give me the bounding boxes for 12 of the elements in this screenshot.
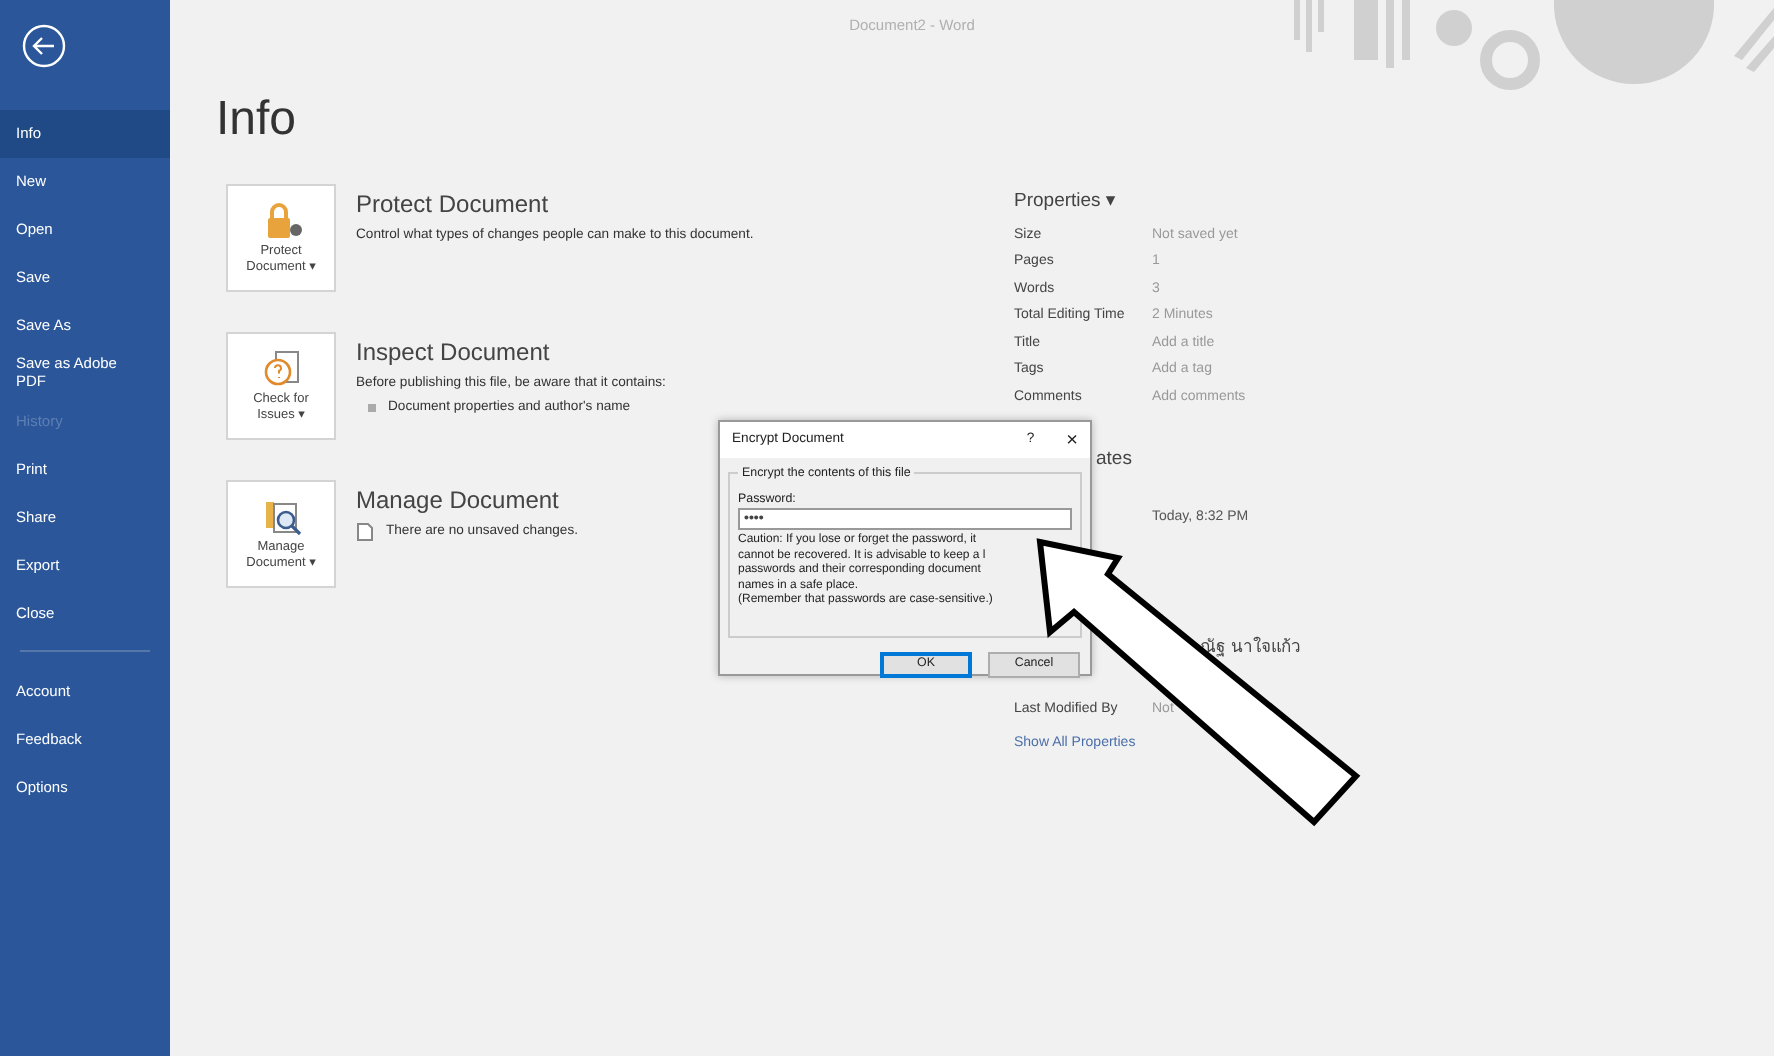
bullet-icon — [368, 404, 376, 413]
section-title: Inspect Document — [356, 336, 552, 370]
properties-header[interactable]: Properties ▾ — [1014, 188, 1301, 222]
page-title: Info — [216, 96, 299, 144]
section-title: Manage Document — [356, 484, 561, 518]
section-header: ates — [1096, 445, 1134, 473]
document-question-icon — [261, 348, 301, 389]
back-button[interactable] — [22, 24, 66, 68]
section-title: Protect Document — [356, 188, 551, 222]
document-magnifier-icon — [261, 496, 301, 537]
document-icon — [356, 522, 374, 543]
close-button[interactable]: × — [1066, 425, 1078, 455]
